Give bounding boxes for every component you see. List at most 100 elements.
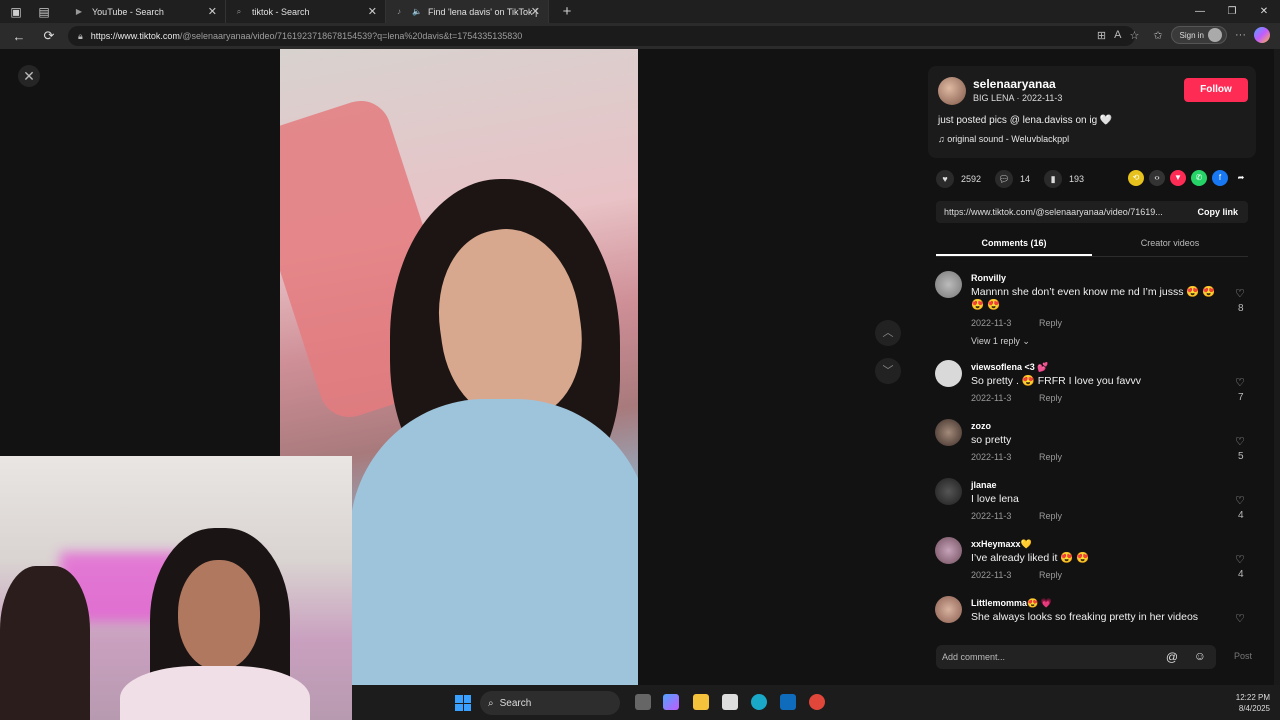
webcam-detail: [178, 560, 260, 670]
follow-button[interactable]: Follow: [1184, 78, 1248, 102]
whatsapp-icon[interactable]: ✆: [1191, 170, 1207, 186]
edge-icon[interactable]: [751, 694, 767, 710]
add-comment-field[interactable]: Add comment... @ ☺: [936, 645, 1216, 669]
minimize-icon[interactable]: —: [1184, 0, 1216, 23]
tab-comments[interactable]: Comments (16): [936, 234, 1092, 256]
profile-avatar: [1208, 28, 1222, 42]
search-icon: ⌕: [488, 697, 494, 709]
more-menu-icon[interactable]: ···: [1235, 29, 1246, 41]
previous-video-button[interactable]: ︿: [875, 320, 901, 346]
task-view-icon[interactable]: [635, 694, 651, 710]
post-comment-button[interactable]: Post: [1234, 651, 1252, 661]
close-tab-icon[interactable]: ✕: [208, 5, 217, 18]
taskbar-search[interactable]: ⌕ Search: [480, 691, 620, 715]
copilot-icon[interactable]: [1254, 27, 1270, 43]
like-comment-icon[interactable]: ♡: [1235, 494, 1245, 507]
reply-button[interactable]: Reply: [1039, 511, 1062, 521]
commenter-avatar[interactable]: [935, 360, 962, 387]
share-icons: ⟲ ‹› ▼ ✆ f ➦: [1128, 170, 1249, 186]
url-host: https://www.tiktok.com: [90, 31, 180, 41]
emoji-icon[interactable]: ☺: [1194, 649, 1206, 663]
comment-item: zozo so pretty 2022-11-3 Reply ♡ 5: [935, 419, 1265, 469]
address-bar-row: ← ⟳ 🔒︎ https://www.tiktok.com/@selenaary…: [0, 23, 1280, 49]
like-comment-icon[interactable]: ♡: [1235, 612, 1245, 625]
new-tab-button[interactable]: +: [559, 3, 575, 20]
webcam-detail: [0, 566, 90, 720]
sound-link[interactable]: ♫ original sound - Weluvblackppl: [938, 134, 1069, 144]
commenter-avatar[interactable]: [935, 419, 962, 446]
commenter-name[interactable]: xxHeymaxx💛: [971, 539, 1032, 550]
outlook-icon[interactable]: [780, 694, 796, 710]
share-arrow-icon[interactable]: ➦: [1233, 170, 1249, 186]
tab-label: YouTube - Search: [92, 6, 164, 17]
app-available-icon[interactable]: ⊞: [1097, 29, 1106, 42]
commenter-avatar[interactable]: [935, 596, 962, 623]
commenter-avatar[interactable]: [935, 271, 962, 298]
tab-tiktok-search[interactable]: ⌕ tiktok - Search ✕: [226, 0, 386, 23]
like-stat[interactable]: ♥ 2592: [936, 170, 981, 188]
comment-item: viewsoflena <3 💕 So pretty . 😍 FRFR I lo…: [935, 360, 1265, 410]
system-clock[interactable]: 12:22 PM 8/4/2025: [1236, 692, 1270, 714]
webcam-overlay: [0, 456, 352, 720]
like-comment-icon[interactable]: ♡: [1235, 376, 1245, 389]
tab-tiktok-video[interactable]: ♪ 🔈 Find 'lena davis' on TikTok | ✕: [386, 0, 549, 23]
like-comment-icon[interactable]: ♡: [1235, 435, 1245, 448]
back-icon[interactable]: ←: [6, 29, 32, 44]
comment-like-count: 4: [1238, 569, 1244, 580]
author-username[interactable]: selenaaryanaa: [973, 77, 1056, 91]
author-subtitle: BIG LENA · 2022-11-3: [973, 93, 1063, 103]
commenter-avatar[interactable]: [935, 478, 962, 505]
reply-button[interactable]: Reply: [1039, 318, 1062, 328]
comment-text: She always looks so freaking pretty in h…: [971, 611, 1199, 623]
commenter-name[interactable]: jlanae: [971, 480, 997, 490]
comment-text: so pretty: [971, 434, 1012, 446]
refresh-icon[interactable]: ⟳: [36, 28, 62, 44]
tab-youtube[interactable]: ▶ YouTube - Search ✕: [66, 0, 226, 23]
favorite-star-icon[interactable]: ☆: [1129, 29, 1139, 42]
read-aloud-icon[interactable]: A: [1114, 29, 1121, 41]
send-icon[interactable]: ▼: [1170, 170, 1186, 186]
tab-actions-icon[interactable]: ▤: [36, 4, 52, 20]
close-tab-icon[interactable]: ✕: [531, 5, 540, 18]
comment-item: Littlemomma😍 💗 She always looks so freak…: [935, 596, 1265, 631]
save-stat[interactable]: ▮ 193: [1044, 170, 1084, 188]
embed-icon[interactable]: ‹›: [1149, 170, 1165, 186]
reply-button[interactable]: Reply: [1039, 393, 1062, 403]
commenter-name[interactable]: zozo: [971, 421, 991, 431]
copilot-taskbar-icon[interactable]: [663, 694, 679, 710]
view-replies-button[interactable]: View 1 reply ⌄: [971, 336, 1030, 347]
url-field[interactable]: 🔒︎ https://www.tiktok.com/@selenaaryanaa…: [68, 26, 1135, 46]
close-window-icon[interactable]: ✕: [1248, 0, 1280, 23]
restore-icon[interactable]: ❐: [1216, 0, 1248, 23]
close-tab-icon[interactable]: ✕: [368, 5, 377, 18]
page-scrollbar[interactable]: [1274, 49, 1280, 685]
next-video-button[interactable]: ﹀: [875, 358, 901, 384]
sign-in-button[interactable]: Sign in: [1170, 26, 1227, 44]
facebook-icon[interactable]: f: [1212, 170, 1228, 186]
like-comment-icon[interactable]: ♡: [1235, 287, 1245, 300]
mention-icon[interactable]: @: [1166, 650, 1178, 664]
commenter-name[interactable]: Littlemomma😍 💗: [971, 598, 1052, 609]
commenter-name[interactable]: Ronvilly: [971, 273, 1006, 283]
speaker-icon[interactable]: 🔈: [412, 7, 422, 17]
comment-stat[interactable]: 💬︎ 14: [995, 170, 1030, 188]
commenter-avatar[interactable]: [935, 537, 962, 564]
file-explorer-icon[interactable]: [693, 694, 709, 710]
reply-button[interactable]: Reply: [1039, 452, 1062, 462]
workspaces-icon[interactable]: ▣: [8, 4, 24, 20]
search-favicon-icon: ⌕: [236, 6, 242, 16]
like-comment-icon[interactable]: ♡: [1235, 553, 1245, 566]
windows-start-icon[interactable]: [455, 695, 471, 711]
close-video-button[interactable]: ✕: [18, 65, 40, 87]
commenter-name[interactable]: viewsoflena <3 💕: [971, 362, 1049, 373]
app-icon[interactable]: [809, 694, 825, 710]
reply-button[interactable]: Reply: [1039, 570, 1062, 580]
copy-link-button[interactable]: Copy link: [1197, 207, 1238, 217]
tab-creator-videos[interactable]: Creator videos: [1092, 234, 1248, 256]
clock-time: 12:22 PM: [1235, 693, 1270, 702]
repost-icon[interactable]: ⟲: [1128, 170, 1144, 186]
author-avatar[interactable]: [938, 77, 966, 105]
store-icon[interactable]: [722, 694, 738, 710]
comments-list: Ronvilly Mannnn she don’t even know me n…: [918, 261, 1280, 631]
favorites-icon[interactable]: ✩: [1153, 29, 1162, 42]
